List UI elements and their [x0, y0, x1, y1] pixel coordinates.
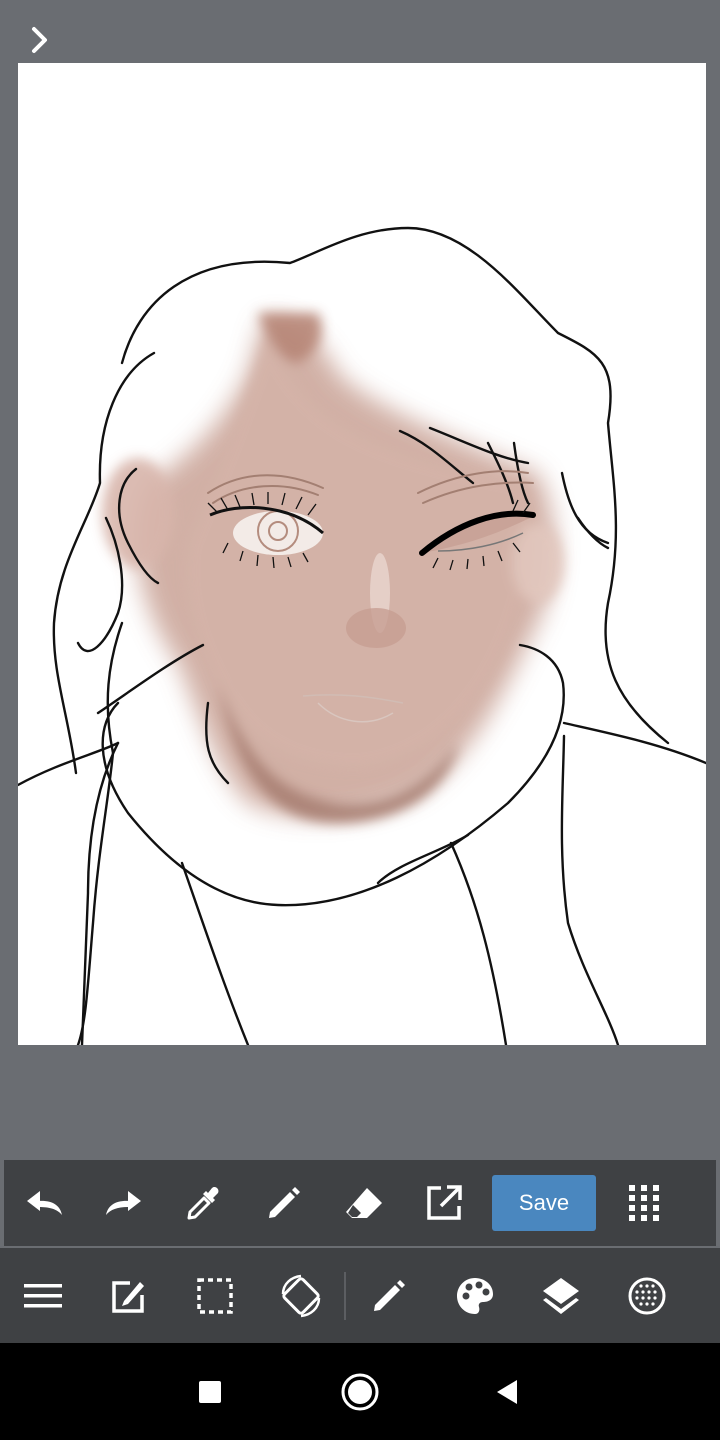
eraser-tool-button[interactable]: [324, 1160, 404, 1246]
rotate-canvas-button[interactable]: [258, 1248, 344, 1343]
redo-button[interactable]: [84, 1160, 164, 1246]
material-button[interactable]: [604, 1248, 690, 1343]
back-icon: [497, 1380, 517, 1404]
home-button[interactable]: [335, 1367, 385, 1417]
eyedropper-button[interactable]: [164, 1160, 244, 1246]
eyedropper-icon: [187, 1186, 219, 1220]
drawing-canvas[interactable]: [18, 63, 706, 1045]
selection-button[interactable]: [172, 1248, 258, 1343]
dotted-circle-icon: [628, 1277, 666, 1314]
save-button[interactable]: Save: [492, 1175, 596, 1231]
screen-rotation-icon: [281, 1274, 321, 1317]
export-button[interactable]: [404, 1160, 484, 1246]
edit-menu-button[interactable]: [86, 1248, 172, 1343]
pencil-icon: [269, 1187, 300, 1218]
system-navigation-bar: [0, 1343, 720, 1440]
palette-icon: [457, 1277, 493, 1314]
artwork-drawing: [18, 226, 706, 1045]
selection-icon: [197, 1277, 233, 1314]
hamburger-menu-icon: [24, 1283, 62, 1307]
redo-icon: [106, 1191, 141, 1215]
grid-dots-icon: [629, 1185, 659, 1221]
back-button[interactable]: [482, 1367, 532, 1417]
undo-icon: [27, 1191, 62, 1215]
recent-apps-icon: [199, 1381, 221, 1403]
layers-icon: [543, 1277, 579, 1314]
pen-tool-button[interactable]: [244, 1160, 324, 1246]
expand-panel-button[interactable]: [22, 22, 58, 58]
main-menu-button[interactable]: [0, 1248, 86, 1343]
undo-button[interactable]: [4, 1160, 84, 1246]
eraser-icon: [346, 1188, 382, 1218]
edit-icon: [112, 1280, 144, 1313]
pencil-icon: [374, 1279, 405, 1311]
more-tools-button[interactable]: [604, 1160, 684, 1246]
color-button[interactable]: [432, 1248, 518, 1343]
external-link-icon: [427, 1185, 462, 1220]
chevron-right-icon: [32, 27, 47, 53]
recent-apps-button[interactable]: [185, 1367, 235, 1417]
brush-button[interactable]: [346, 1248, 432, 1343]
bottom-toolbar: [0, 1248, 720, 1343]
home-icon: [341, 1373, 379, 1411]
top-toolbar: Save: [4, 1160, 716, 1246]
layers-button[interactable]: [518, 1248, 604, 1343]
